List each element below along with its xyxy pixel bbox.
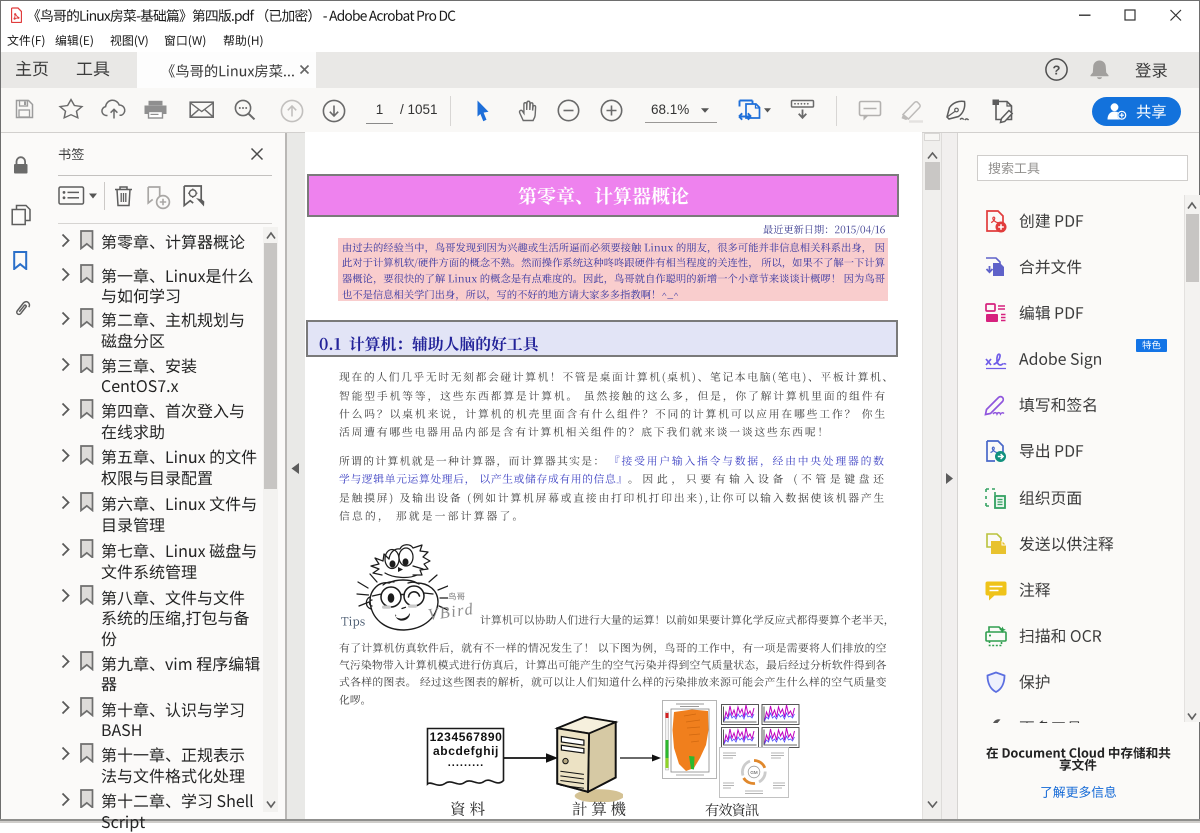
svg-text:GM: GM [750, 770, 758, 775]
svg-text:?: ? [1053, 62, 1061, 77]
